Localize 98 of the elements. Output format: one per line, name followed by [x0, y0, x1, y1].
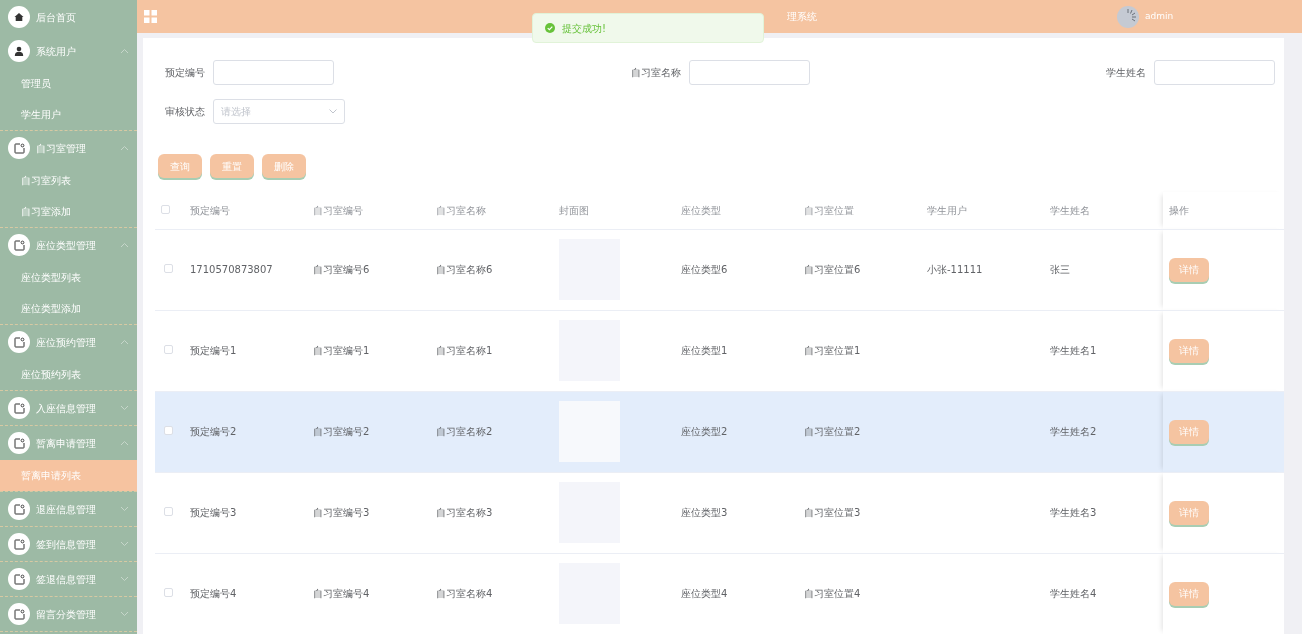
chevron-down-icon [329, 109, 337, 114]
document-icon [13, 573, 25, 585]
table-cell: 自习室位置2 [803, 391, 926, 472]
home-icon [14, 12, 24, 22]
action-button[interactable]: 查询 [158, 154, 202, 178]
table-cell: 学生姓名3 [1049, 472, 1163, 553]
table-cell: 自习室名称4 [435, 553, 558, 634]
table-cell: 自习室编号1 [312, 310, 435, 391]
table-cell: 自习室位置1 [803, 310, 926, 391]
submenu-item[interactable]: 自习室添加 [0, 196, 137, 227]
submenu-item[interactable]: 学生用户 [0, 99, 137, 130]
table-cell: 自习室位置6 [803, 229, 926, 310]
input-field[interactable] [213, 60, 334, 85]
table-cell: 座位类型3 [680, 472, 803, 553]
document-icon [13, 437, 25, 449]
table-cell: 自习室名称6 [435, 229, 558, 310]
column-header: 预定编号 [189, 192, 312, 229]
column-header: 封面图 [558, 192, 680, 229]
sidebar-item[interactable]: 退座信息管理 [0, 492, 137, 526]
action-button[interactable]: 删除 [262, 154, 306, 178]
table-cell: 自习室名称3 [435, 472, 558, 553]
column-header: 自习室位置 [803, 192, 926, 229]
table-cell: 学生姓名4 [1049, 553, 1163, 634]
menu-icon[interactable] [144, 10, 157, 23]
detail-button[interactable]: 详情 [1169, 419, 1209, 444]
column-header: 自习室名称 [435, 192, 558, 229]
user-icon [14, 46, 24, 56]
avatar-icon[interactable] [1117, 5, 1139, 28]
table-cell: 座位类型2 [680, 391, 803, 472]
table-cell: 自习室编号2 [312, 391, 435, 472]
toast-text: 提交成功! [562, 21, 606, 36]
sidebar-item[interactable]: 系统用户 [0, 34, 137, 68]
table-cell: 预定编号2 [189, 391, 312, 472]
submenu-item[interactable]: 座位类型列表 [0, 262, 137, 293]
sidebar-item[interactable]: 入座信息管理 [0, 391, 137, 425]
table-cell: 学生姓名2 [1049, 391, 1163, 472]
table-cell: 自习室位置3 [803, 472, 926, 553]
sidebar-item[interactable]: 座位预约管理 [0, 325, 137, 359]
table-cell: 1710570873807 [189, 229, 312, 310]
column-header: 学生用户 [926, 192, 1049, 229]
system-title: 理系统 [787, 10, 817, 24]
table-cell: 座位类型4 [680, 553, 803, 634]
row-checkbox[interactable] [164, 588, 173, 597]
table-cell: 自习室编号6 [312, 229, 435, 310]
table-cell: 自习室编号3 [312, 472, 435, 553]
table-cell: 自习室编号4 [312, 553, 435, 634]
submenu-item[interactable]: 自习室列表 [0, 165, 137, 196]
table-cell: 小张-11111 [926, 229, 1049, 310]
table-cell: 座位类型1 [680, 310, 803, 391]
document-icon [13, 402, 25, 414]
submenu-item[interactable]: 管理员 [0, 68, 137, 99]
table-cell: 预定编号3 [189, 472, 312, 553]
filter-label: 自习室名称 [630, 66, 681, 80]
detail-button[interactable]: 详情 [1169, 257, 1209, 282]
sidebar-item[interactable]: 座位类型管理 [0, 228, 137, 262]
row-checkbox[interactable] [164, 507, 173, 516]
submenu-item[interactable]: 座位类型添加 [0, 293, 137, 324]
table-cell: 预定编号1 [189, 310, 312, 391]
sidebar-item[interactable]: 后台首页 [0, 0, 137, 34]
column-header: 学生姓名 [1049, 192, 1163, 229]
column-header: 座位类型 [680, 192, 803, 229]
document-icon [13, 608, 25, 620]
submenu-item[interactable]: 暂离申请列表 [0, 460, 137, 491]
column-header: 自习室编号 [312, 192, 435, 229]
filter-label: 预定编号 [165, 66, 205, 80]
row-checkbox[interactable] [164, 264, 173, 273]
sidebar-item[interactable]: 自习室管理 [0, 131, 137, 165]
detail-button[interactable]: 详情 [1169, 500, 1209, 525]
table-cell: 座位类型6 [680, 229, 803, 310]
input-field[interactable] [688, 60, 810, 85]
input-field[interactable] [1154, 60, 1275, 85]
filter-label: 审核状态 [165, 105, 205, 119]
column-header: 操作 [1163, 192, 1284, 229]
check-icon [545, 23, 555, 33]
table-cell: 预定编号4 [189, 553, 312, 634]
sidebar-item[interactable]: 留言分类管理 [0, 597, 137, 631]
document-icon [13, 239, 25, 251]
select-all-checkbox[interactable] [161, 204, 170, 214]
detail-button[interactable]: 详情 [1169, 581, 1209, 606]
table-cell: 自习室名称2 [435, 391, 558, 472]
row-checkbox[interactable] [164, 345, 173, 354]
filter-label: 学生姓名 [1106, 66, 1146, 80]
document-icon [13, 336, 25, 348]
table-cell: 学生姓名1 [1049, 310, 1163, 391]
document-icon [13, 538, 25, 550]
sidebar-item[interactable]: 签退信息管理 [0, 562, 137, 596]
action-button[interactable]: 重置 [210, 154, 254, 178]
submenu-item[interactable]: 座位预约列表 [0, 359, 137, 390]
detail-button[interactable]: 详情 [1169, 338, 1209, 363]
row-checkbox[interactable] [164, 426, 173, 435]
document-icon [13, 142, 25, 154]
sidebar-item[interactable]: 暂离申请管理 [0, 426, 137, 460]
username[interactable]: admin [1145, 9, 1174, 24]
table-cell: 自习室位置4 [803, 553, 926, 634]
sidebar-item[interactable]: 签到信息管理 [0, 527, 137, 561]
table-cell: 张三 [1049, 229, 1163, 310]
table-cell: 自习室名称1 [435, 310, 558, 391]
document-icon [13, 503, 25, 515]
